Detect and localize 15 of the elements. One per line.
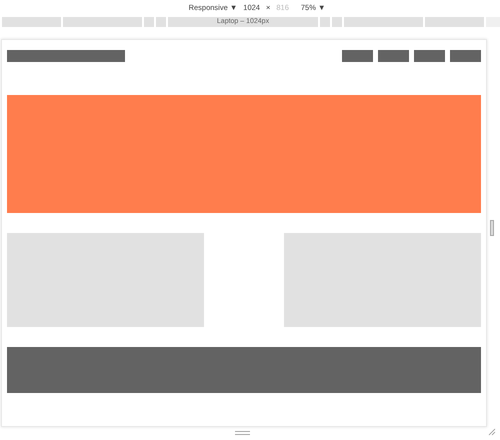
resize-handle[interactable] — [490, 220, 494, 236]
media-query-segment[interactable] — [332, 17, 342, 27]
resize-handle[interactable] — [235, 431, 250, 435]
media-query-segment[interactable] — [63, 17, 142, 27]
nav-item-placeholder — [342, 50, 373, 62]
media-query-segment[interactable] — [320, 17, 330, 27]
nav-item-placeholder — [414, 50, 445, 62]
media-query-segment[interactable] — [425, 17, 484, 27]
media-query-segment[interactable] — [144, 17, 154, 27]
media-query-segment[interactable] — [344, 17, 423, 27]
media-query-segment[interactable] — [2, 17, 61, 27]
nav-item-placeholder — [450, 50, 481, 62]
corner-resize-icon[interactable] — [488, 428, 496, 436]
media-query-segment[interactable] — [156, 17, 166, 27]
nav-item-placeholder — [378, 50, 409, 62]
